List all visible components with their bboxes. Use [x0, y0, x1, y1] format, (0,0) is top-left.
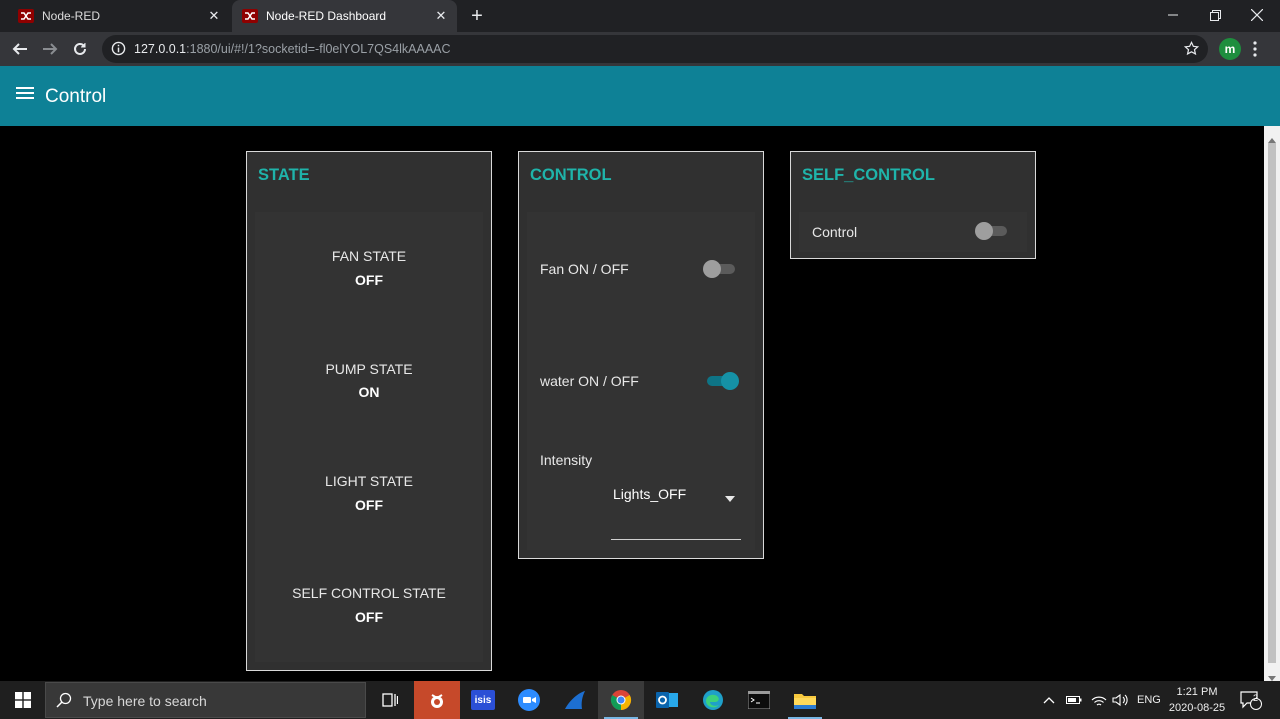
- close-icon[interactable]: ✕: [431, 6, 451, 26]
- dropdown-arrow-icon: [725, 489, 735, 507]
- self-control-toggle-switch[interactable]: [975, 220, 1009, 240]
- fan-toggle-label: Fan ON / OFF: [540, 261, 629, 277]
- scrollbar-thumb[interactable]: [1268, 143, 1276, 663]
- intensity-label: Intensity: [540, 452, 593, 468]
- fan-state-value: OFF: [355, 272, 383, 288]
- taskbar-clock[interactable]: 1:21 PM 2020-08-25: [1165, 684, 1229, 716]
- control-group: CONTROL Fan ON / OFF water ON / OFF Inte…: [518, 151, 764, 559]
- forward-button[interactable]: [38, 37, 62, 61]
- state-group-title: STATE: [258, 166, 310, 184]
- outlook-app-icon[interactable]: [644, 681, 690, 719]
- windows-start-button[interactable]: [0, 681, 45, 719]
- notification-center-icon[interactable]: 2: [1240, 681, 1262, 719]
- fan-toggle-switch[interactable]: [703, 258, 737, 278]
- task-view-icon[interactable]: [367, 681, 413, 719]
- state-group: STATE FAN STATE OFF PUMP STATE ON LIGHT …: [246, 151, 492, 671]
- minimize-button[interactable]: [1150, 0, 1196, 30]
- volume-icon[interactable]: [1112, 681, 1128, 719]
- light-state-label: LIGHT STATE: [325, 473, 413, 489]
- pump-state-value: ON: [358, 384, 380, 400]
- new-tab-button[interactable]: +: [466, 5, 488, 27]
- url-text: 127.0.0.1:1880/ui/#!/1?socketid=-fl0elYO…: [134, 42, 451, 56]
- close-icon[interactable]: ✕: [204, 6, 224, 26]
- control-group-body: Fan ON / OFF water ON / OFF Intensity Li…: [527, 212, 755, 550]
- chrome-app-icon[interactable]: [598, 681, 644, 719]
- terminal-app-icon[interactable]: [736, 681, 782, 719]
- browser-toolbar: 127.0.0.1:1880/ui/#!/1?socketid=-fl0elYO…: [0, 32, 1280, 66]
- fan-state-label: FAN STATE: [331, 248, 407, 264]
- raspberry-app-icon[interactable]: [414, 681, 460, 719]
- isis-app-icon[interactable]: isis: [460, 681, 506, 719]
- self-control-state-value: OFF: [355, 609, 383, 625]
- file-explorer-icon[interactable]: [782, 681, 828, 719]
- tab-label: Node-RED: [42, 9, 101, 23]
- restore-button[interactable]: [1192, 0, 1238, 30]
- back-button[interactable]: [8, 37, 32, 61]
- notification-count: 2: [1253, 693, 1259, 703]
- pump-state-label: PUMP STATE: [325, 361, 413, 377]
- fin-app-icon[interactable]: [552, 681, 598, 719]
- zoom-app-icon[interactable]: [506, 681, 552, 719]
- dashboard-content: STATE FAN STATE OFF PUMP STATE ON LIGHT …: [0, 126, 1264, 681]
- browser-tab-strip: Node-RED ✕ Node-RED Dashboard ✕ +: [0, 0, 1280, 32]
- show-hidden-icons-button[interactable]: [1043, 681, 1055, 719]
- language-indicator[interactable]: ENG: [1137, 681, 1161, 719]
- battery-icon[interactable]: [1066, 681, 1082, 719]
- windows-taskbar: Type here to search isis ENG 1:21 PM 202…: [0, 681, 1280, 719]
- intensity-dropdown[interactable]: Lights_OFF: [611, 474, 741, 540]
- page-title: Control: [45, 86, 107, 107]
- page-scrollbar[interactable]: [1264, 126, 1280, 681]
- self-control-toggle-label: Control: [812, 224, 858, 240]
- node-red-icon: [242, 8, 258, 24]
- state-group-body: FAN STATE OFF PUMP STATE ON LIGHT STATE …: [255, 212, 483, 662]
- control-group-title: CONTROL: [530, 166, 612, 184]
- hamburger-menu-icon[interactable]: [16, 86, 36, 106]
- bookmark-star-icon[interactable]: [1183, 40, 1200, 61]
- light-state-value: OFF: [355, 497, 383, 513]
- water-toggle-switch[interactable]: [705, 370, 739, 390]
- self-control-group-body: Control: [799, 212, 1027, 252]
- node-red-icon: [18, 8, 34, 24]
- self-control-group-title: SELF_CONTROL: [802, 166, 935, 184]
- address-bar[interactable]: 127.0.0.1:1880/ui/#!/1?socketid=-fl0elYO…: [102, 35, 1208, 63]
- close-window-button[interactable]: [1234, 0, 1280, 30]
- tab-label: Node-RED Dashboard: [266, 9, 387, 23]
- clock-time: 1:21 PM: [1176, 686, 1218, 698]
- water-toggle-label: water ON / OFF: [540, 373, 639, 389]
- search-icon: [56, 692, 72, 713]
- wifi-icon[interactable]: [1091, 681, 1107, 719]
- info-icon[interactable]: [111, 41, 126, 61]
- clock-date: 2020-08-25: [1168, 702, 1226, 714]
- edge-app-icon[interactable]: [690, 681, 736, 719]
- intensity-selected-value: Lights_OFF: [613, 486, 687, 502]
- search-placeholder: Type here to search: [83, 693, 207, 709]
- taskbar-search-box[interactable]: Type here to search: [45, 682, 366, 718]
- tab-node-red-dashboard[interactable]: Node-RED Dashboard ✕: [232, 0, 457, 32]
- self-control-state-label: SELF CONTROL STATE: [292, 585, 446, 601]
- dashboard-header: Control: [0, 66, 1280, 126]
- reload-button[interactable]: [68, 37, 92, 61]
- self-control-group: SELF_CONTROL Control: [790, 151, 1036, 259]
- more-menu-icon[interactable]: [1252, 41, 1258, 62]
- profile-avatar[interactable]: m: [1219, 38, 1241, 60]
- tab-node-red[interactable]: Node-RED ✕: [8, 0, 230, 32]
